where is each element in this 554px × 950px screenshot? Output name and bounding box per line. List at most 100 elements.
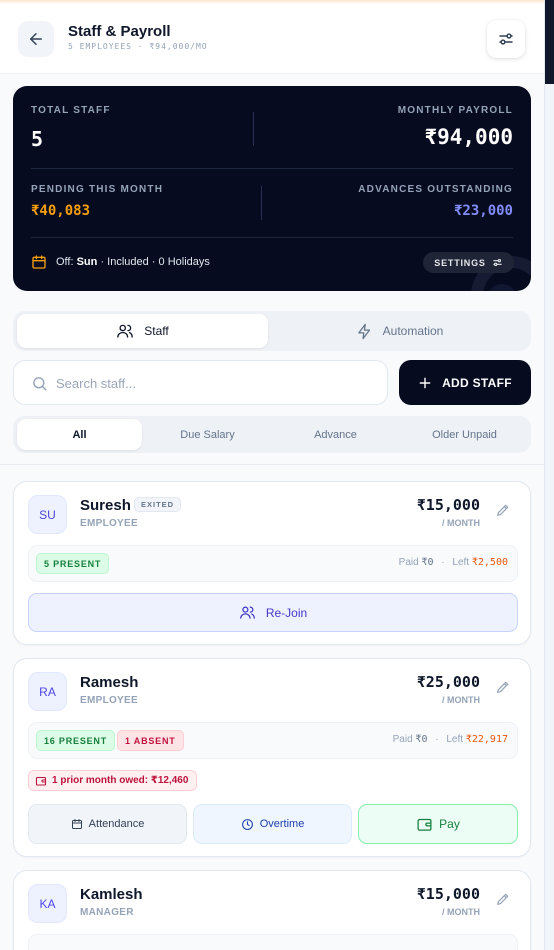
users-icon [239,606,255,619]
salary-period: / MONTH [442,518,480,528]
staff-role: EMPLOYEE [80,695,138,706]
left-label: Left [446,734,464,745]
paid-left-info: Paid ₹0 · Left ₹2,500 [399,557,508,568]
clock-icon [241,818,253,830]
salary-period: / MONTH [442,907,480,917]
wallet-icon [417,818,432,831]
off-day: Sun [76,256,98,268]
attendance-button[interactable]: Attendance [28,804,187,844]
attendance-summary: 16 PRESENT 1 ABSENT Paid ₹0 · Left ₹22,9… [28,722,518,759]
off-prefix: Off: [56,256,74,268]
advances-value: ₹23,000 [453,203,513,219]
paid-value: ₹0 [415,734,428,745]
rejoin-label: Re-Join [265,605,308,620]
tab-automation-label: Automation [382,324,444,338]
staff-role: EMPLOYEE [80,518,138,529]
paid-label: Paid [392,734,413,745]
avatar: KA [28,884,67,923]
calendar-icon [32,255,46,269]
divider [253,112,254,146]
sliders-icon [499,33,513,45]
settings-button[interactable]: SETTINGS [423,252,514,273]
filter-advance[interactable]: Advance [273,419,398,450]
salary-amount: ₹15,000 [416,885,480,903]
attendance-summary [28,934,518,950]
rejoin-button[interactable]: Re-Join [28,593,518,632]
plus-icon [419,377,431,388]
present-badge: 16 PRESENT [36,730,116,751]
avatar: SU [28,495,67,534]
pending-value: ₹40,083 [31,203,91,219]
left-value: ₹2,500 [471,557,508,568]
view-tabs: Staff Automation [13,311,531,351]
weekly-off-info: Off: Sun · Included · 0 Holidays [56,256,210,268]
absent-badge: 1 ABSENT [117,730,184,751]
pencil-icon[interactable] [495,891,511,907]
total-staff-value: 5 [31,127,44,151]
search-input[interactable] [56,373,376,393]
staff-card[interactable]: KA Kamlesh MANAGER ₹15,000 / MONTH [13,870,531,950]
filter-due-salary[interactable]: Due Salary [145,419,270,450]
adjacent-panel-edge [544,0,554,950]
staff-payroll-screen: Staff & Payroll 5 EMPLOYEES · ₹94,000/MO… [0,0,544,950]
tab-staff[interactable]: Staff [17,314,268,348]
separator-dot: · [435,734,439,745]
salary-amount: ₹25,000 [416,673,480,691]
settings-label: SETTINGS [434,257,486,268]
advances-label: ADVANCES OUTSTANDING [358,184,513,195]
back-button[interactable] [18,21,54,57]
search-box [13,360,388,405]
left-label: Left [452,557,470,568]
divider [261,186,262,220]
pay-label: Pay [439,817,460,831]
monthly-payroll-label: MONTHLY PAYROLL [397,105,513,116]
attendance-label: Attendance [88,818,145,830]
search-icon [33,377,47,391]
filter-older-unpaid[interactable]: Older Unpaid [402,419,527,450]
staff-card[interactable]: RA Ramesh EMPLOYEE ₹25,000 / MONTH 16 PR… [13,658,531,857]
paid-label: Paid [398,557,419,568]
page-title: Staff & Payroll [68,23,171,40]
staff-name: Kamlesh [80,886,143,903]
filter-settings-button[interactable] [487,20,525,58]
users-icon [117,324,134,338]
add-staff-label: ADD STAFF [442,375,512,390]
pay-button[interactable]: Pay [358,804,518,844]
staff-name: Ramesh [80,674,139,691]
attendance-summary: 5 PRESENT Paid ₹0 · Left ₹2,500 [28,545,518,582]
sliders-icon [492,258,502,267]
overtime-button[interactable]: Overtime [193,804,352,844]
prior-owed-badge: 1 prior month owed: ₹12,460 [28,770,198,791]
staff-card[interactable]: SU Suresh EXITED EMPLOYEE ₹15,000 / MONT… [13,481,531,645]
staff-name: Suresh [80,497,131,514]
divider [31,168,513,169]
staff-role: MANAGER [80,907,134,918]
calendar-icon [71,819,82,829]
prior-owed-text: 1 prior month owed: ₹12,460 [52,775,189,786]
arrow-left-icon [30,33,42,45]
status-badge: EXITED [134,497,182,512]
avatar: RA [28,672,67,711]
pencil-icon[interactable] [495,502,511,518]
filter-chips: All Due Salary Advance Older Unpaid [13,416,531,453]
divider [0,464,544,465]
filter-all[interactable]: All [17,419,142,450]
add-staff-button[interactable]: ADD STAFF [399,360,531,405]
total-staff-label: TOTAL STAFF [31,105,111,116]
page-subtitle: 5 EMPLOYEES · ₹94,000/MO [68,42,208,51]
wallet-icon [35,776,47,786]
monthly-payroll-value: ₹94,000 [424,125,513,149]
off-details: · Included · 0 Holidays [100,256,210,268]
present-badge: 5 PRESENT [36,553,110,574]
app-header: Staff & Payroll 5 EMPLOYEES · ₹94,000/MO [0,4,544,74]
separator-dot: · [441,557,445,568]
salary-amount: ₹15,000 [416,496,480,514]
paid-value: ₹0 [421,557,434,568]
divider [31,237,513,238]
tab-automation[interactable]: Automation [272,314,527,348]
salary-period: / MONTH [442,695,480,705]
pending-label: PENDING THIS MONTH [31,184,164,195]
tab-staff-label: Staff [144,324,169,338]
lightning-icon [357,323,370,339]
pencil-icon[interactable] [495,679,511,695]
